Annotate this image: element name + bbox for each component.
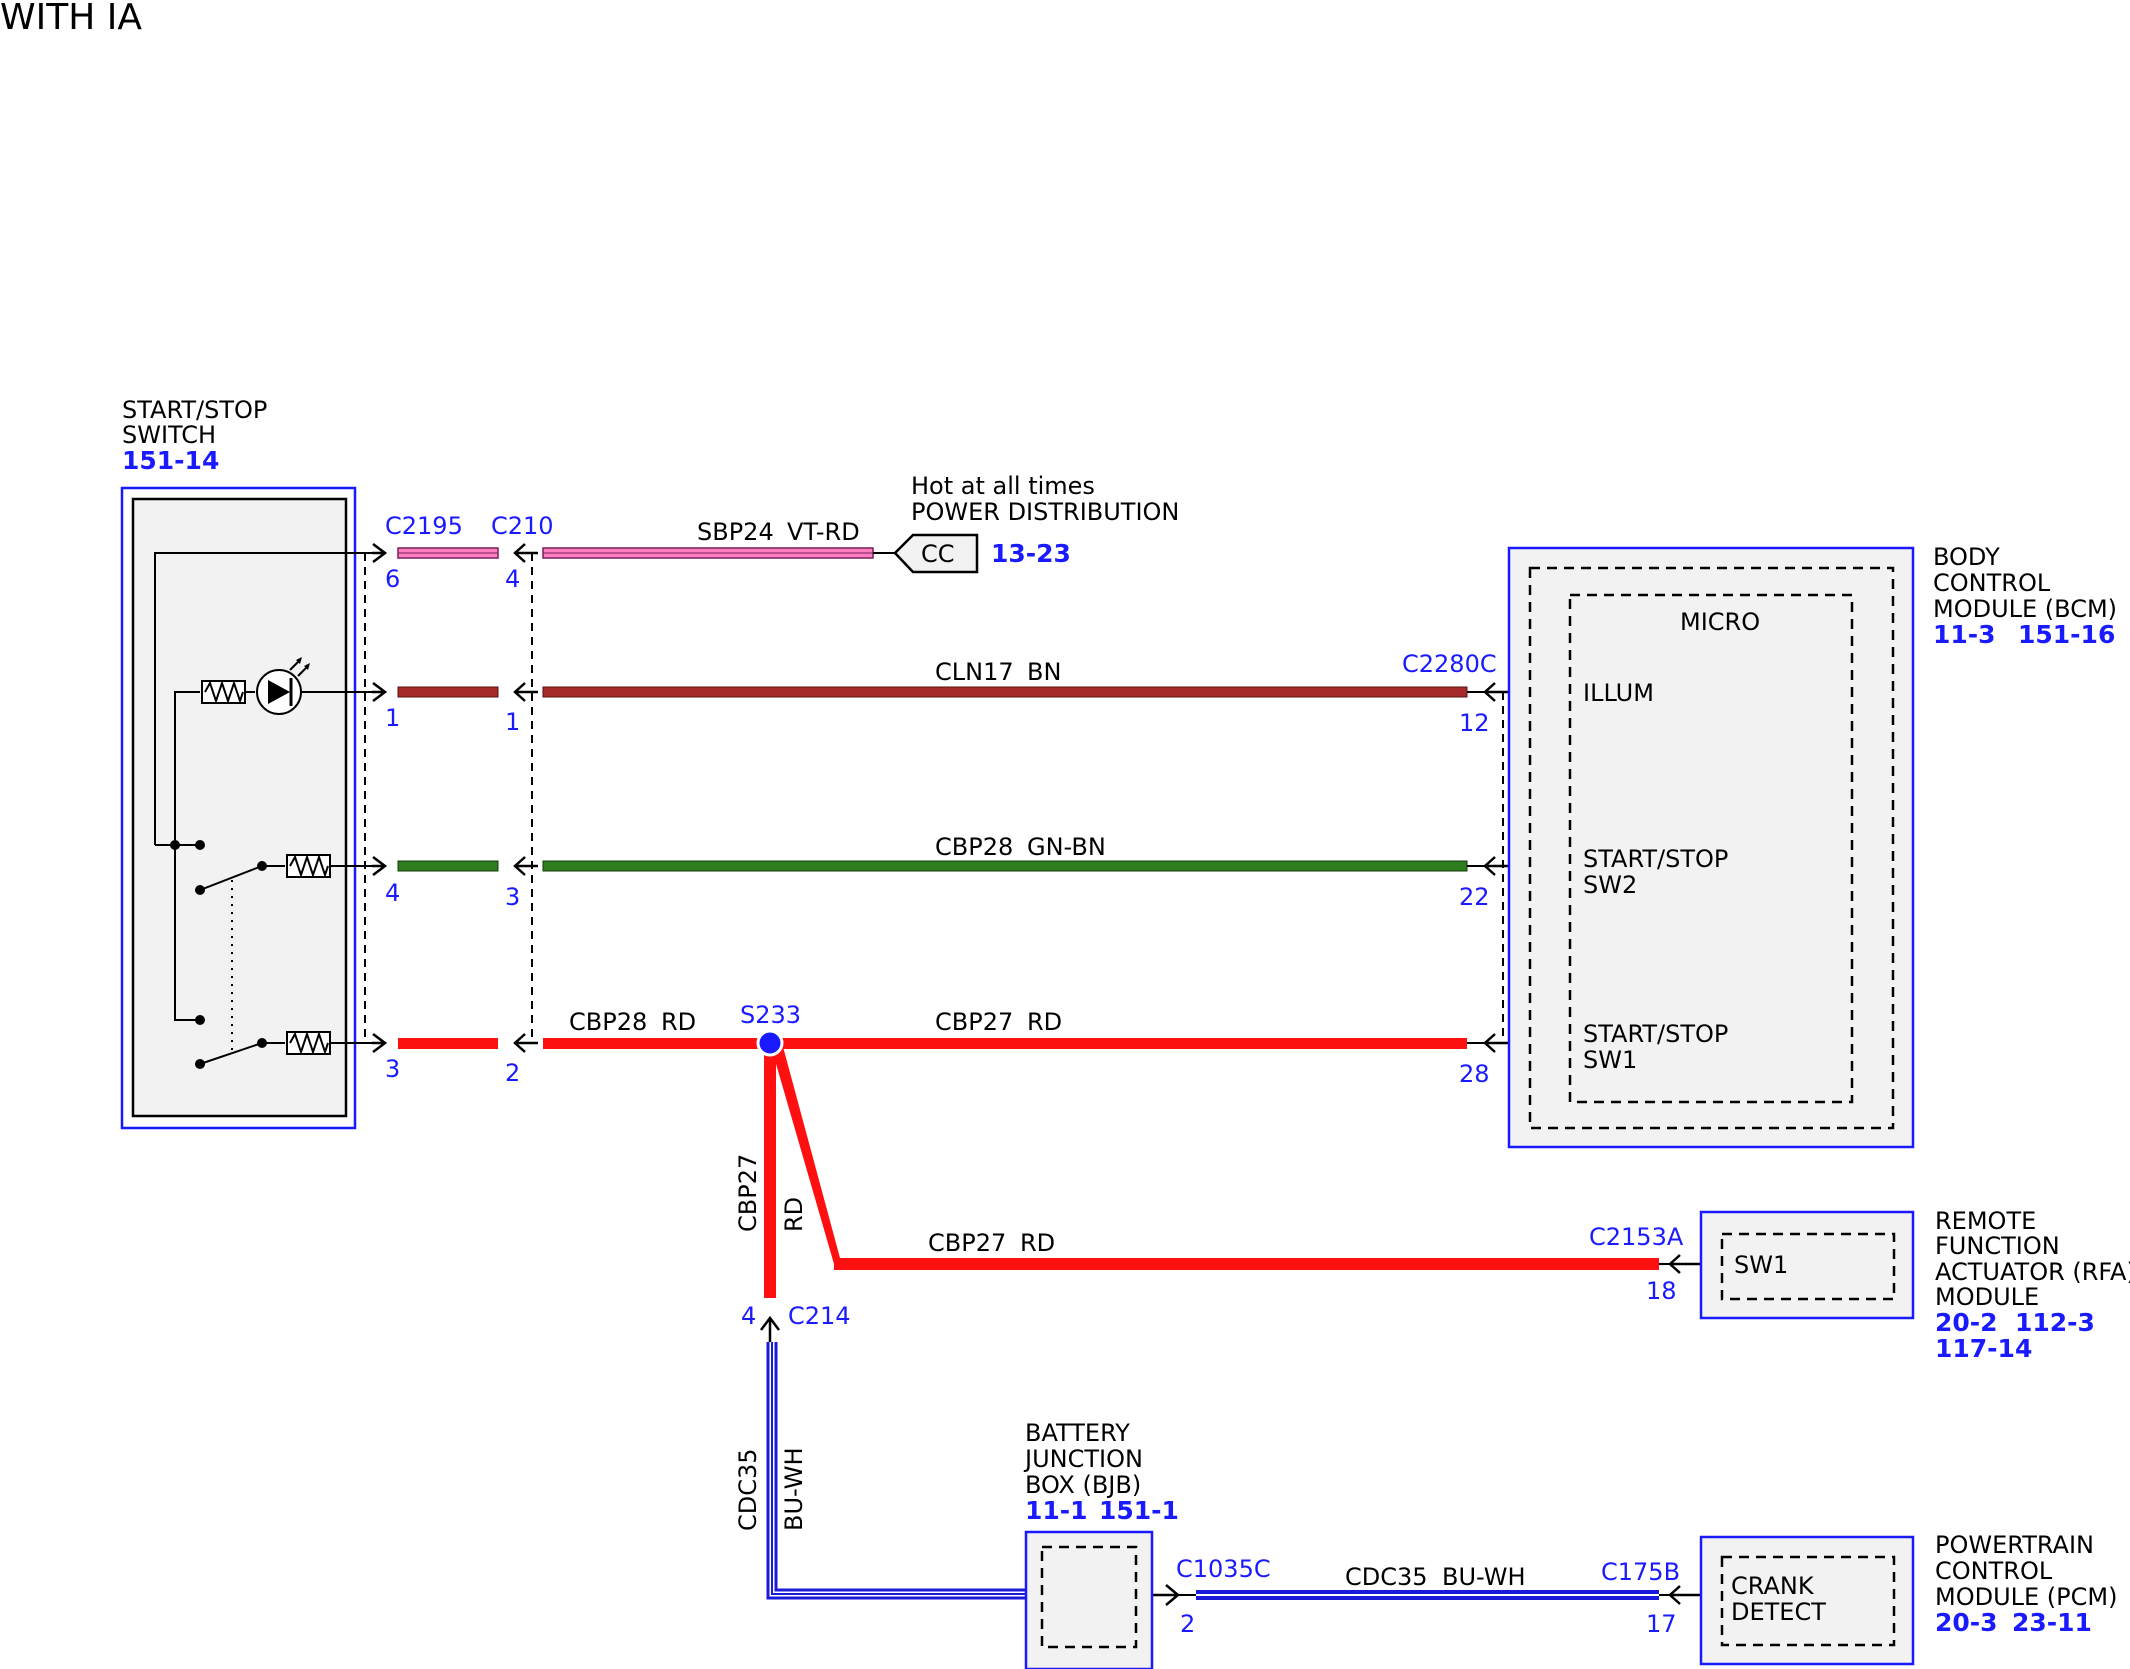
- pin-c214: 4: [741, 1302, 756, 1330]
- bcm-name-line1: BODY: [1933, 543, 2000, 571]
- connector-s233: S233: [740, 1001, 801, 1029]
- wire4a-circuit: CBP28: [569, 1008, 647, 1036]
- pcm-module: CRANK DETECT POWERTRAIN CONTROL MODULE (…: [1699, 1531, 2117, 1666]
- pin-c2195-b: 1: [385, 704, 400, 732]
- power-ref-link[interactable]: 13-23: [991, 539, 1071, 568]
- bcm-module: MICRO ILLUM START/STOP SW2 START/STOP SW…: [1507, 543, 2117, 1149]
- pcm-name-line1: POWERTRAIN: [1935, 1531, 2094, 1559]
- pin-bcm-a: 12: [1459, 709, 1490, 737]
- bcm-ref1-link[interactable]: 11-3: [1933, 620, 1996, 649]
- start-stop-switch: START/STOP SWITCH 151-14: [120, 396, 372, 1130]
- wire8-circuit: CDC35: [1345, 1563, 1428, 1591]
- wire-cbp28-rd: [398, 1038, 1467, 1049]
- pin-c210-d: 2: [505, 1059, 520, 1087]
- power-line1: Hot at all times: [911, 472, 1095, 500]
- wire6-circuit: CBP27: [928, 1229, 1006, 1257]
- power-distribution: Hot at all times POWER DISTRIBUTION CC 1…: [893, 472, 1179, 574]
- switch-body: [131, 497, 348, 1118]
- bjb-name-line1: BATTERY: [1025, 1419, 1130, 1447]
- switch-name-line1: START/STOP: [122, 396, 267, 424]
- pin-c1035c: 2: [1180, 1610, 1195, 1638]
- pcm-crank-line2: DETECT: [1731, 1598, 1826, 1626]
- bjb-outline: [1024, 1530, 1154, 1669]
- wire2-circuit: CLN17: [935, 658, 1014, 686]
- bcm-sw2-line2: SW2: [1583, 871, 1637, 899]
- bcm-name-line2: CONTROL: [1933, 569, 2051, 597]
- rfa-name-line4: MODULE: [1935, 1283, 2039, 1311]
- bcm-sw2-line1: START/STOP: [1583, 845, 1728, 873]
- pcm-ref1-link[interactable]: 20-3: [1935, 1608, 1998, 1637]
- bjb-name-line2: JUNCTION: [1023, 1445, 1143, 1473]
- splice-s233: [756, 1029, 784, 1057]
- wire2-color: BN: [1027, 658, 1061, 686]
- connector-c2195: C2195: [385, 512, 463, 540]
- wire4a-color: RD: [661, 1008, 696, 1036]
- connector-c2280c: C2280C: [1402, 650, 1497, 678]
- pin-c2195-d: 3: [385, 1055, 400, 1083]
- bcm-name-line3: MODULE (BCM): [1933, 595, 2117, 623]
- bcm-sw1-line2: SW1: [1583, 1046, 1637, 1074]
- bcm-ref2-link[interactable]: 151-16: [2018, 620, 2115, 649]
- pin-c2195-a: 6: [385, 565, 400, 593]
- rfa-module: SW1 REMOTE FUNCTION ACTUATOR (RFA) MODUL…: [1699, 1207, 2130, 1363]
- rfa-name-line2: FUNCTION: [1935, 1232, 2060, 1260]
- wire-cbp27-down: [764, 1043, 776, 1298]
- pcm-name-line2: CONTROL: [1935, 1557, 2053, 1585]
- rfa-outline: [1699, 1210, 1915, 1320]
- wire5-circuit: CBP27: [734, 1154, 762, 1232]
- cc-label: CC: [921, 540, 955, 568]
- wire1-color: VT-RD: [787, 518, 860, 546]
- wire7-circuit: CDC35: [734, 1448, 762, 1531]
- wire3-circuit: CBP28: [935, 833, 1013, 861]
- pcm-ref2-link[interactable]: 23-11: [2012, 1608, 2092, 1637]
- wire7-color: BU-WH: [780, 1448, 808, 1532]
- wire8-color: BU-WH: [1442, 1563, 1526, 1591]
- connector-c2153a: C2153A: [1589, 1223, 1684, 1251]
- bcm-illum-label: ILLUM: [1583, 679, 1654, 707]
- pcm-crank-line1: CRANK: [1731, 1572, 1815, 1600]
- connector-dashes: [364, 553, 1504, 1043]
- pin-c210-a: 4: [505, 565, 520, 593]
- bjb-name-line3: BOX (BJB): [1025, 1471, 1141, 1499]
- wire3-color: GN-BN: [1027, 833, 1106, 861]
- connector-c1035c: C1035C: [1176, 1555, 1271, 1583]
- bcm-micro-label: MICRO: [1680, 608, 1760, 636]
- pin-bcm-b: 22: [1459, 883, 1490, 911]
- bjb-module: BATTERY JUNCTION BOX (BJB) 11-1 151-1: [1023, 1419, 1179, 1669]
- wire1-circuit: SBP24: [697, 518, 774, 546]
- pin-c210-c: 3: [505, 883, 520, 911]
- switch-name-line2: SWITCH: [122, 421, 216, 449]
- pin-rfa: 18: [1646, 1277, 1677, 1305]
- rfa-ref3-link[interactable]: 117-14: [1935, 1334, 2032, 1363]
- bcm-sw1-line1: START/STOP: [1583, 1020, 1728, 1048]
- bjb-ref1-link[interactable]: 11-1: [1025, 1496, 1088, 1525]
- pcm-name-line3: MODULE (PCM): [1935, 1583, 2117, 1611]
- rfa-name-line3: ACTUATOR (RFA): [1935, 1258, 2130, 1286]
- pin-c2195-c: 4: [385, 879, 400, 907]
- connector-c175b: C175B: [1601, 1558, 1680, 1586]
- wire4b-circuit: CBP27: [935, 1008, 1013, 1036]
- wire-cbp28-gnbn: [397, 860, 1468, 872]
- bjb-ref2-link[interactable]: 151-1: [1099, 1496, 1179, 1525]
- rfa-sw-label: SW1: [1734, 1251, 1788, 1279]
- pin-c210-b: 1: [505, 708, 520, 736]
- wire5-color: RD: [780, 1197, 808, 1232]
- connector-c214: C214: [788, 1302, 851, 1330]
- rfa-ref1-link[interactable]: 20-2: [1935, 1308, 1998, 1337]
- wire-sbp24: [397, 547, 895, 559]
- rfa-ref2-link[interactable]: 112-3: [2015, 1308, 2095, 1337]
- pin-bcm-c: 28: [1459, 1060, 1490, 1088]
- wire-cln17: [397, 686, 1468, 698]
- connector-c210: C210: [491, 512, 554, 540]
- switch-ref-link[interactable]: 151-14: [122, 446, 219, 475]
- wire6-color: RD: [1020, 1229, 1055, 1257]
- wire4b-color: RD: [1027, 1008, 1062, 1036]
- pin-c175b: 17: [1646, 1610, 1677, 1638]
- rfa-name-line1: REMOTE: [1935, 1207, 2036, 1235]
- wiring-diagram: START/STOP SWITCH 151-14 Hot at all time…: [120, 396, 2130, 1669]
- power-line2: POWER DISTRIBUTION: [911, 498, 1179, 526]
